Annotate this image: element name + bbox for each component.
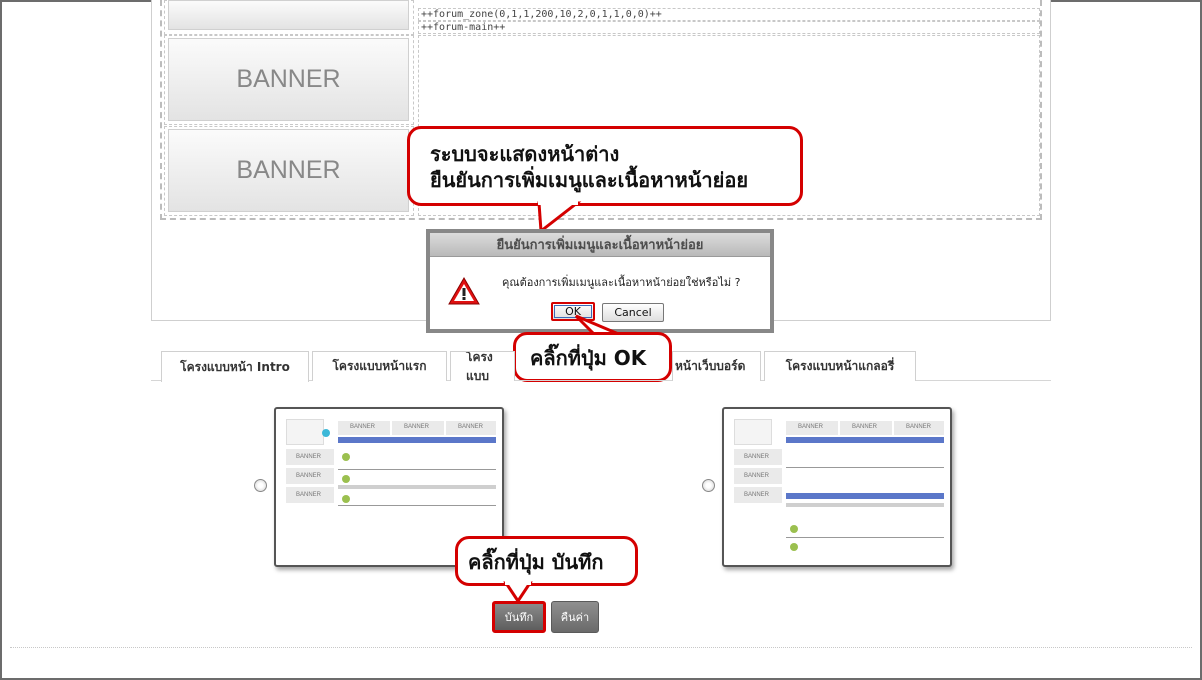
- thumb1-login-box: [286, 419, 324, 445]
- thumb2-header-bar-2: [786, 493, 944, 499]
- thumb1-forum-icon-3: [342, 495, 350, 503]
- thumb1-banner-c: BANNER: [446, 421, 496, 435]
- thumb1-divider-1: [338, 469, 496, 470]
- thumb2-side-banner-2: BANNER: [734, 468, 782, 484]
- forum-zone-code: ++forum_zone(0,1,1,200,10,2,0,1,1,0,0)++: [418, 8, 1040, 21]
- thumb1-forum-icon-1: [342, 453, 350, 461]
- banner-1: BANNER: [168, 38, 409, 121]
- thumb1-forum-icon-2: [342, 475, 350, 483]
- dialog-title: ยืนยันการเพิ่มเมนูและเนื้อหาหน้าย่อย: [430, 233, 770, 257]
- tab-third[interactable]: โครงแบบ: [450, 351, 515, 381]
- click-ok-callout: คลิ๊กที่ปุ่ม OK: [513, 332, 672, 382]
- thumb2-banner-b: BANNER: [840, 421, 892, 435]
- banner-top: [168, 0, 409, 30]
- thumb2-header-bar-1: [786, 437, 944, 443]
- thumb1-banner-a: BANNER: [338, 421, 390, 435]
- click-save-text: คลิ๊กที่ปุ่ม บันทึก: [468, 550, 604, 574]
- click-save-callout: คลิ๊กที่ปุ่ม บันทึก: [455, 536, 638, 586]
- dialog-message: คุณต้องการเพิ่มเมนูและเนื้อหาหน้าย่อยใช่…: [502, 276, 741, 289]
- thumb1-side-banner-2: BANNER: [286, 468, 334, 484]
- banner-2: BANNER: [168, 129, 409, 212]
- thumb2-divider-2: [786, 537, 944, 538]
- click-ok-text: คลิ๊กที่ปุ่ม OK: [530, 346, 647, 370]
- thumb2-login-box: [734, 419, 772, 445]
- forum-main-code: ++forum-main++: [418, 21, 1040, 34]
- dialog-note-line2: ยืนยันการเพิ่มเมนูและเนื้อหาหน้าย่อย: [430, 168, 749, 192]
- tab-homepage[interactable]: โครงแบบหน้าแรก: [312, 351, 447, 381]
- bottom-divider: [10, 647, 1192, 648]
- thumb1-side-banner-3: BANNER: [286, 487, 334, 503]
- thumb1-header-bar: [338, 437, 496, 443]
- thumb2-forum-icon-1: [790, 525, 798, 533]
- layout-option-1-radio[interactable]: [254, 479, 267, 492]
- layout-option-2-radio[interactable]: [702, 479, 715, 492]
- thumb2-section-bar: [786, 503, 944, 507]
- dialog-note-line1: ระบบจะแสดงหน้าต่าง: [430, 142, 620, 166]
- layout-option-2-thumbnail[interactable]: BANNER BANNER BANNER BANNER BANNER BANNE…: [722, 407, 952, 567]
- thumb1-divider-2: [338, 505, 496, 506]
- thumb1-side-banner-1: BANNER: [286, 449, 334, 465]
- thumb1-section-bar: [338, 485, 496, 489]
- reset-button[interactable]: คืนค่า: [551, 601, 599, 633]
- dialog-note-callout: ระบบจะแสดงหน้าต่าง ยืนยันการเพิ่มเมนูและ…: [407, 126, 803, 206]
- tab-intro[interactable]: โครงแบบหน้า Intro: [161, 351, 309, 382]
- thumb1-go-icon: [322, 429, 330, 437]
- thumb2-divider-1: [786, 467, 944, 468]
- save-button[interactable]: บันทึก: [492, 601, 546, 633]
- thumb1-banner-b: BANNER: [392, 421, 444, 435]
- thumb2-side-banner-1: BANNER: [734, 449, 782, 465]
- tab-webboard[interactable]: หน้าเว็บบอร์ด: [672, 351, 761, 381]
- thumb2-banner-c: BANNER: [894, 421, 944, 435]
- tab-gallery[interactable]: โครงแบบหน้าแกลอรี่: [764, 351, 916, 381]
- thumb2-side-banner-3: BANNER: [734, 487, 782, 503]
- thumb2-banner-a: BANNER: [786, 421, 838, 435]
- thumb2-forum-icon-2: [790, 543, 798, 551]
- warning-icon: [448, 276, 480, 305]
